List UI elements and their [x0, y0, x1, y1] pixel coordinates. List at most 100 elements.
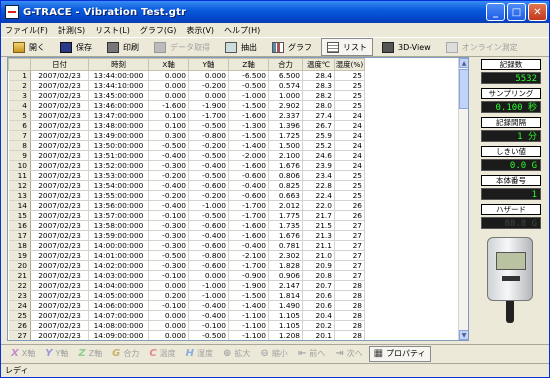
table-row[interactable]: 23 2007/02/23 14:05:00:000 0.200 -1.000 -1.50…: [8, 290, 365, 301]
table-row[interactable]: 10 2007/02/23 13:52:00:000 -0.300 -0.400 -1.6…: [8, 160, 365, 171]
zoom-out-label: 縮小: [271, 349, 288, 358]
table-cell: 14:04:00:000: [88, 280, 149, 291]
table-cell: 0.825: [268, 180, 303, 191]
table-row[interactable]: 18 2007/02/23 14:00:00:000 -0.300 -0.600 -0.4…: [8, 240, 365, 251]
row-number: 11: [8, 170, 31, 181]
window-title: G-TRACE - Vibration Test.gtr: [23, 6, 187, 18]
column-header[interactable]: [8, 58, 31, 71]
prev-button[interactable]: ⇤ 前へ: [294, 346, 329, 362]
status-text: レディ: [5, 366, 29, 375]
online-icon: [445, 41, 458, 53]
table-cell: 0.100: [148, 120, 189, 131]
list-button[interactable]: リスト: [321, 38, 373, 56]
column-header[interactable]: 合力: [268, 58, 303, 71]
column-header[interactable]: Z軸: [228, 58, 269, 71]
minimize-button[interactable]: _: [486, 3, 505, 21]
menu-file[interactable]: ファイル(F): [5, 25, 48, 36]
table-cell: 13:44:10:000: [88, 80, 149, 91]
properties-button[interactable]: ▦ プロパティ: [368, 345, 431, 362]
column-header[interactable]: 日付: [30, 58, 89, 71]
table-row[interactable]: 4 2007/02/23 13:46:00:000 -1.600 -1.900 -1.50…: [8, 100, 365, 111]
menu-help[interactable]: ヘルプ(H): [224, 25, 260, 36]
scroll-thumb[interactable]: [459, 69, 468, 109]
menu-graph[interactable]: グラフ(G): [140, 25, 176, 36]
zoom-in-button[interactable]: ⊕ 拡大: [219, 346, 254, 362]
humidity-button[interactable]: H 湿度: [182, 346, 217, 362]
z-axis-button[interactable]: Z Z軸: [74, 346, 106, 362]
maximize-button[interactable]: □: [507, 3, 526, 21]
graph-button[interactable]: グラフ: [266, 38, 318, 56]
extract-button[interactable]: 抽出: [219, 38, 263, 56]
scroll-down-icon[interactable]: ▼: [459, 330, 468, 340]
title-bar[interactable]: G-TRACE - Vibration Test.gtr _ □ ✕: [1, 1, 549, 23]
3d-view-button[interactable]: 3D-View: [376, 38, 437, 56]
table-row[interactable]: 11 2007/02/23 13:53:00:000 -0.200 -0.500 -0.6…: [8, 170, 365, 181]
column-header[interactable]: 時刻: [88, 58, 149, 71]
table-cell: 25: [334, 80, 365, 91]
menu-view[interactable]: 表示(V): [186, 25, 214, 36]
table-cell: -0.800: [188, 130, 229, 141]
table-row[interactable]: 16 2007/02/23 13:58:00:000 -0.300 -0.600 -1.6…: [8, 220, 365, 231]
vertical-scrollbar[interactable]: ▲ ▼: [458, 58, 468, 340]
table-row[interactable]: 7 2007/02/23 13:49:00:000 0.300 -0.800 -1.500…: [8, 130, 365, 141]
x-axis-button[interactable]: X X軸: [7, 346, 39, 362]
table-cell: 21.7: [302, 210, 335, 221]
table-row[interactable]: 24 2007/02/23 14:06:00:000 -0.100 -0.400 -1.4…: [8, 300, 365, 311]
table-row[interactable]: 21 2007/02/23 14:03:00:000 -0.100 0.000 -0.90…: [8, 270, 365, 281]
table-cell: -0.400: [188, 160, 229, 171]
temperature-button[interactable]: C 温度: [145, 346, 179, 362]
table-cell: -0.100: [188, 320, 229, 331]
prev-label: 前へ: [309, 349, 326, 358]
table-row[interactable]: 3 2007/02/23 13:45:00:000 0.000 0.000 -1.000 1…: [8, 90, 365, 101]
scroll-up-icon[interactable]: ▲: [459, 58, 468, 68]
next-button[interactable]: ⇥ 次へ: [331, 346, 366, 362]
table-row[interactable]: 12 2007/02/23 13:54:00:000 -0.400 -0.600 -0.4…: [8, 180, 365, 191]
column-header[interactable]: Y軸: [188, 58, 229, 71]
table-cell: 2.100: [268, 150, 303, 161]
table-cell: -0.600: [228, 190, 269, 201]
table-cell: 2007/02/23: [30, 220, 89, 231]
save-button[interactable]: 保存: [54, 38, 98, 56]
menu-measure[interactable]: 計測(S): [58, 25, 85, 36]
table-cell: -0.200: [148, 190, 189, 201]
table-row[interactable]: 15 2007/02/23 13:57:00:000 -0.100 -0.500 -1.7…: [8, 210, 365, 221]
table-row[interactable]: 2 2007/02/23 13:44:10:000 0.000 -0.200 -0.500…: [8, 80, 365, 91]
table-row[interactable]: 22 2007/02/23 14:04:00:000 0.000 -1.000 -1.90…: [8, 280, 365, 291]
table-cell: 20.7: [302, 280, 335, 291]
data-list[interactable]: 日付 時刻 X軸 Y軸 Z軸 合力 温度℃ 湿度(%) 1 2007/02/23 13:44:00…: [7, 57, 469, 341]
table-row[interactable]: 13 2007/02/23 13:55:00:000 -0.200 -0.200 -0.6…: [8, 190, 365, 201]
status-bar: レディ: [1, 363, 549, 377]
table-cell: -1.600: [228, 220, 269, 231]
list-icon: [327, 41, 339, 53]
table-row[interactable]: 25 2007/02/23 14:07:00:000 0.000 -0.400 -1.10…: [8, 310, 365, 321]
table-cell: 1.396: [268, 120, 303, 131]
menu-list[interactable]: リスト(L): [95, 25, 130, 36]
data-acquire-button[interactable]: データ取得: [148, 38, 216, 56]
column-header[interactable]: 湿度(%): [334, 58, 365, 71]
row-number: 17: [8, 230, 31, 241]
print-button[interactable]: 印刷: [101, 38, 145, 56]
table-row[interactable]: 19 2007/02/23 14:01:00:000 -0.500 -0.800 -2.1…: [8, 250, 365, 261]
table-row[interactable]: 26 2007/02/23 14:08:00:000 0.000 -0.100 -1.10…: [8, 320, 365, 331]
table-row[interactable]: 27 2007/02/23 14:09:00:000 0.000 -0.500 -1.10…: [8, 330, 365, 340]
table-cell: 2007/02/23: [30, 300, 89, 311]
table-row[interactable]: 14 2007/02/23 13:56:00:000 -0.400 -1.000 -1.7…: [8, 200, 365, 211]
table-row[interactable]: 8 2007/02/23 13:50:00:000 -0.500 -0.200 -1.40…: [8, 140, 365, 151]
close-button[interactable]: ✕: [528, 3, 547, 21]
table-row[interactable]: 20 2007/02/23 14:02:00:000 -0.300 -0.600 -1.7…: [8, 260, 365, 271]
y-axis-button[interactable]: Y Y軸: [41, 346, 72, 362]
table-cell: 6.500: [268, 70, 303, 81]
open-button[interactable]: 開く: [7, 38, 51, 56]
resultant-button[interactable]: G 合力: [108, 346, 143, 362]
table-row[interactable]: 6 2007/02/23 13:48:00:000 0.100 -0.500 -1.300…: [8, 120, 365, 131]
table-row[interactable]: 17 2007/02/23 13:59:00:000 -0.300 -0.400 -1.6…: [8, 230, 365, 241]
zoom-out-button[interactable]: ⊖ 縮小: [256, 346, 291, 362]
row-number: 3: [8, 90, 31, 101]
online-measure-button[interactable]: オンライン測定: [440, 38, 524, 56]
zoom-in-icon: ⊕: [223, 348, 232, 359]
column-header[interactable]: X軸: [148, 58, 189, 71]
table-row[interactable]: 9 2007/02/23 13:51:00:000 -0.400 -0.500 -2.00…: [8, 150, 365, 161]
column-header[interactable]: 温度℃: [302, 58, 335, 71]
table-row[interactable]: 5 2007/02/23 13:47:00:000 0.100 -1.700 -1.600…: [8, 110, 365, 121]
table-row[interactable]: 1 2007/02/23 13:44:00:000 0.000 0.000 -6.500 6…: [8, 70, 365, 81]
